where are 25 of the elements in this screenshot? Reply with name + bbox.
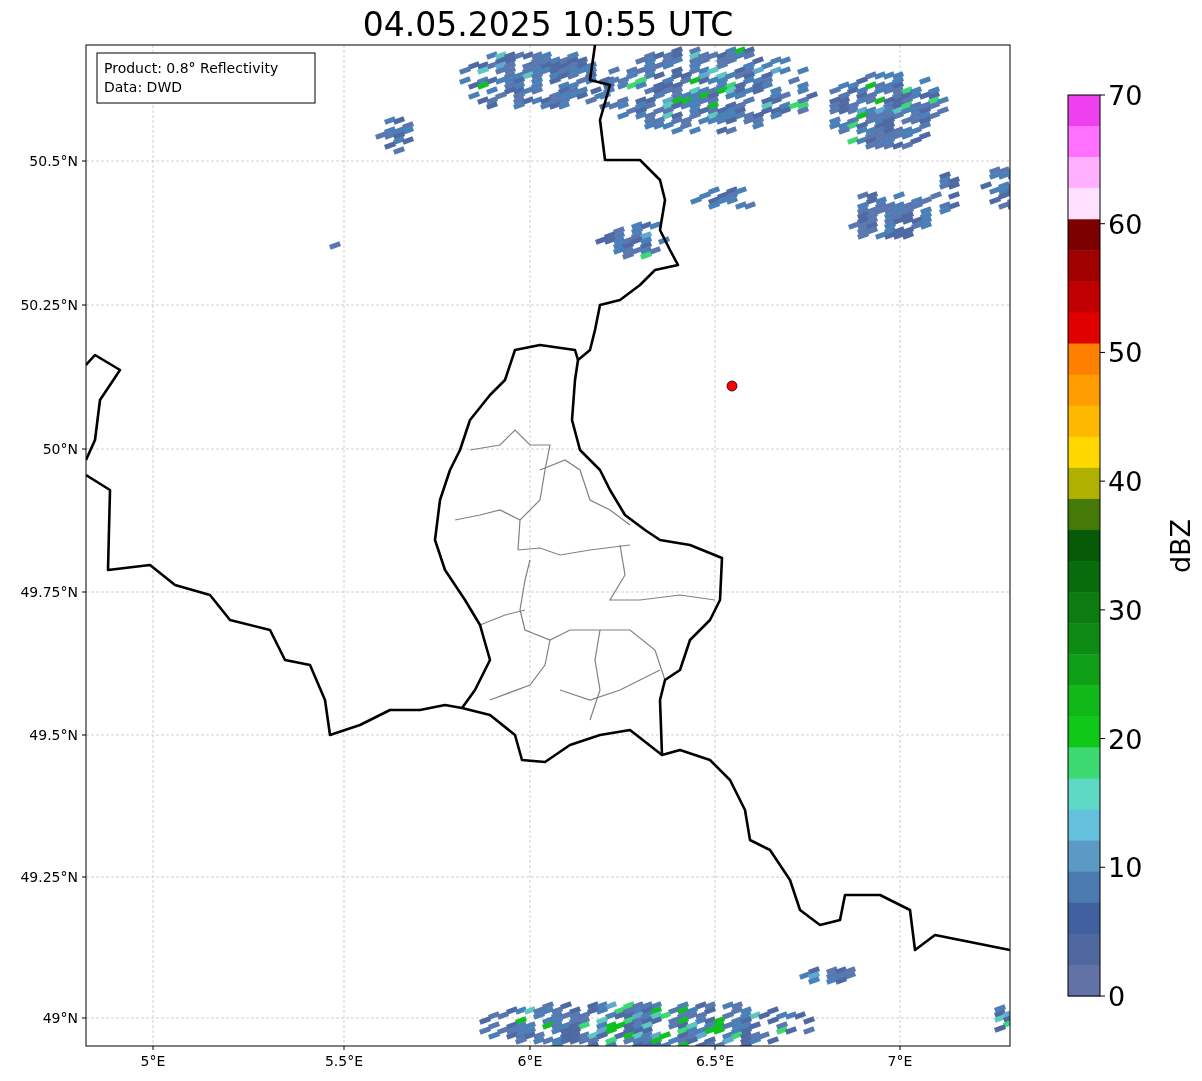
longitude-label: 7°E bbox=[887, 1053, 913, 1069]
longitude-label: 6.5°E bbox=[695, 1053, 735, 1069]
colorbar-tick-label: 30 bbox=[1108, 594, 1143, 626]
info-text: Product: 0.8° Reflectivity bbox=[104, 60, 279, 76]
longitude-label: 6°E bbox=[517, 1053, 543, 1069]
plot-title: 04.05.2025 10:55 UTC bbox=[362, 5, 734, 44]
latitude-label: 50.5°N bbox=[29, 153, 78, 169]
latitude-label: 50°N bbox=[42, 441, 78, 457]
info-text: Data: DWD bbox=[104, 79, 182, 95]
latitude-label: 49.25°N bbox=[20, 869, 78, 885]
colorbar-tick-label: 60 bbox=[1108, 208, 1143, 240]
longitude-label: 5.5°E bbox=[324, 1053, 364, 1069]
colorbar-tick-label: 20 bbox=[1108, 723, 1143, 755]
latitude-label: 49°N bbox=[42, 1010, 78, 1026]
latitude-label: 49.5°N bbox=[29, 727, 78, 743]
colorbar-tick-label: 50 bbox=[1108, 337, 1143, 369]
colorbar-tick-label: 0 bbox=[1108, 981, 1126, 1012]
latitude-label: 49.75°N bbox=[20, 584, 78, 600]
longitude-label: 5°E bbox=[140, 1053, 166, 1069]
colorbar-axis-label: dBZ bbox=[1165, 518, 1196, 574]
radar-site-marker bbox=[726, 380, 738, 392]
colorbar-tick-label: 70 bbox=[1108, 80, 1143, 111]
latitude-label: 50.25°N bbox=[20, 297, 78, 313]
colorbar-tick-label: 40 bbox=[1108, 466, 1143, 498]
colorbar-tick-label: 10 bbox=[1108, 852, 1143, 884]
